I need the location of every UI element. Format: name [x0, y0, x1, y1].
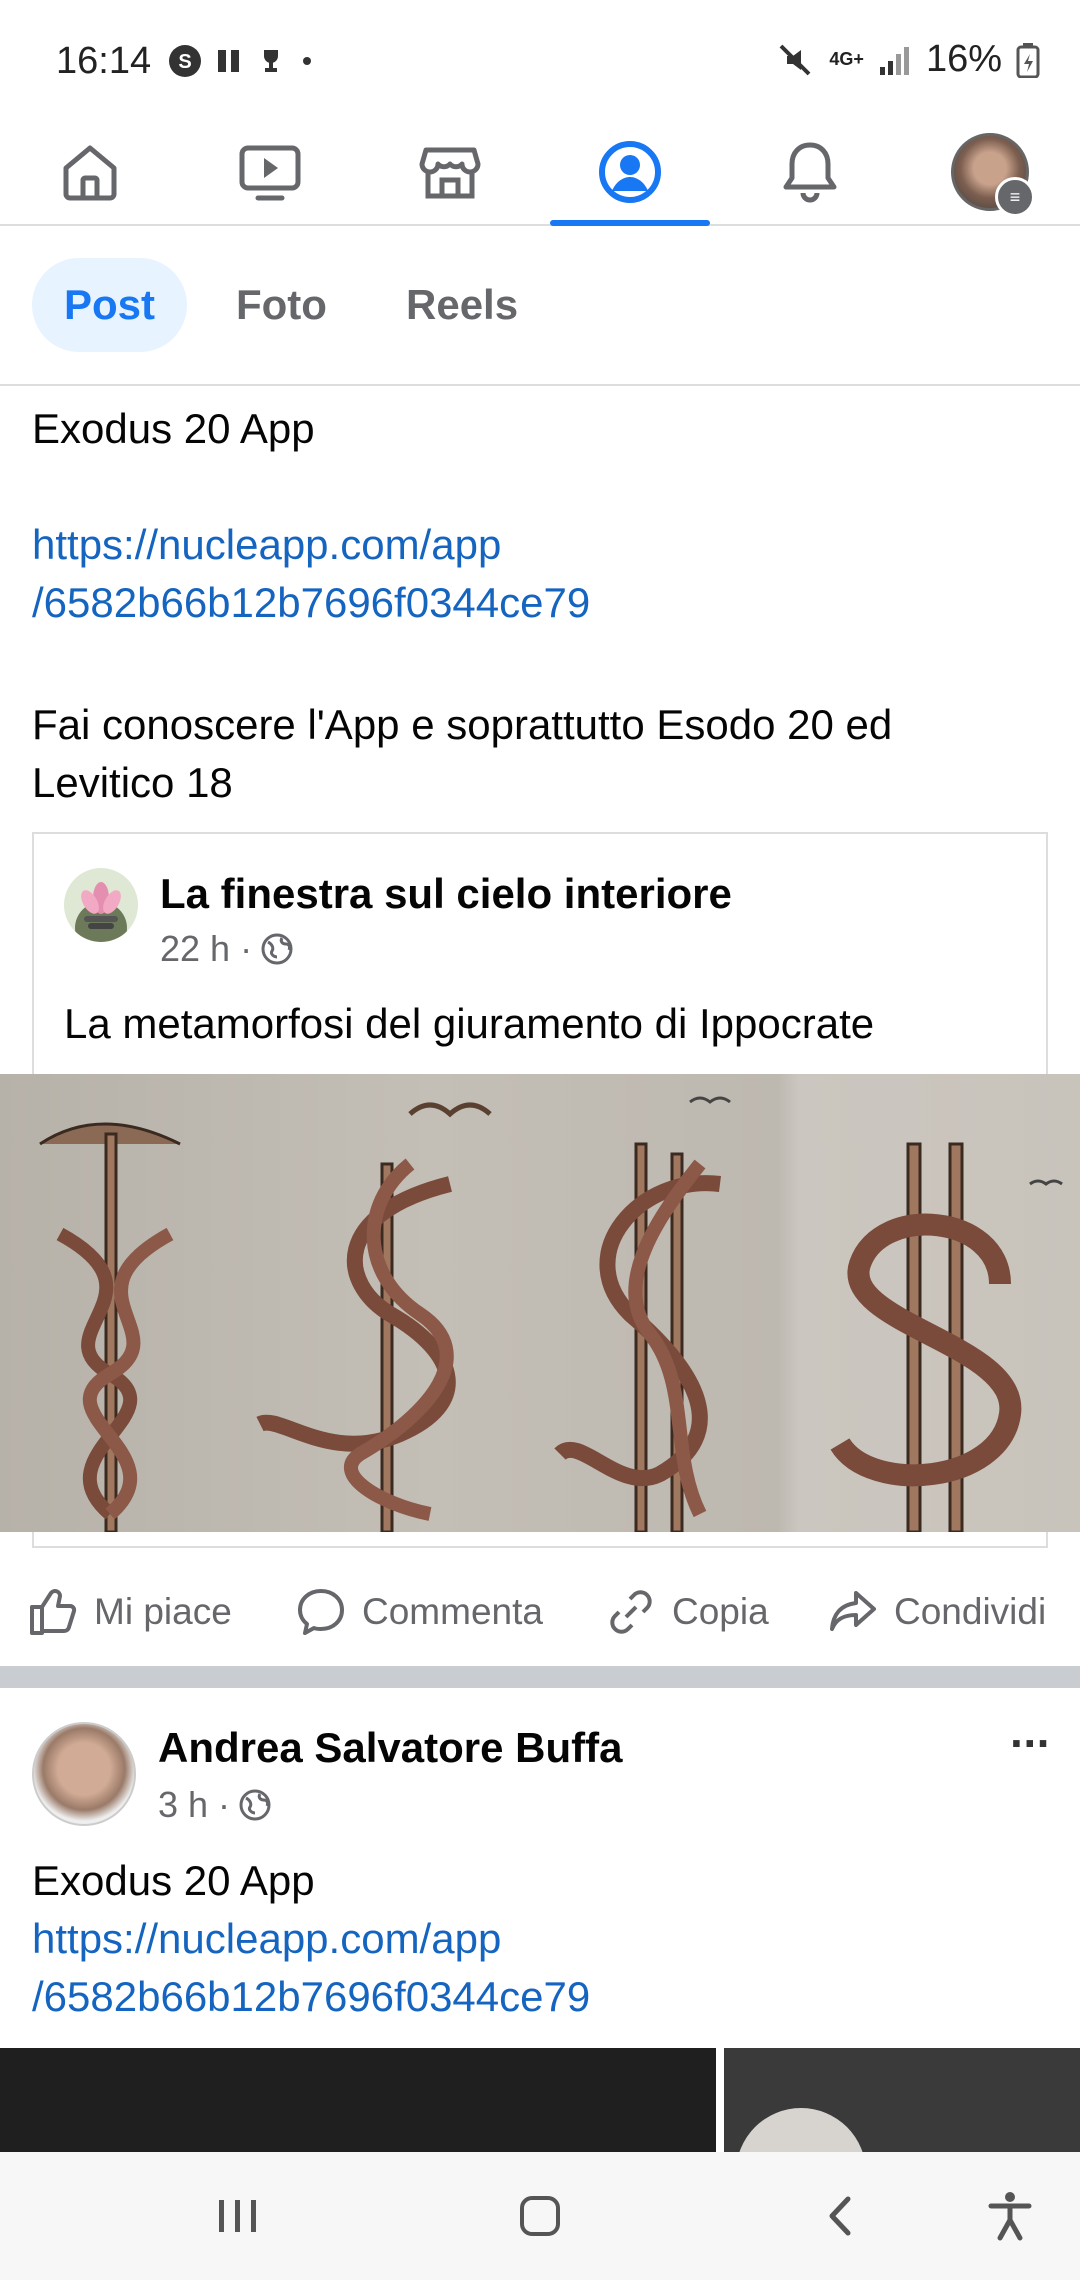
shared-post-image[interactable] [0, 1074, 1080, 1532]
post2-link-line2[interactable]: /6582b66b12b7696f0344ce79 [32, 1968, 590, 2026]
accessibility-icon [988, 2192, 1032, 2241]
globe-icon [261, 933, 293, 965]
home-circle-icon [520, 2196, 560, 2236]
menu-icon: ≡ [995, 177, 1035, 217]
author-avatar[interactable] [32, 1722, 136, 1826]
status-right: 4G+ 16% [775, 38, 1040, 81]
skype-icon: S [169, 45, 201, 77]
nav-video[interactable] [190, 120, 350, 224]
tab-foto[interactable]: Foto [204, 258, 359, 352]
profile-icon [599, 141, 661, 203]
thumbs-up-icon [30, 1589, 77, 1635]
recent-apps-button[interactable] [178, 2152, 298, 2280]
back-button[interactable] [780, 2152, 900, 2280]
trophy-icon [264, 50, 278, 72]
nav-marketplace[interactable] [370, 120, 530, 224]
comment-button[interactable]: Commenta [294, 1560, 543, 1664]
shared-post-body: La metamorfosi del giuramento di Ippocra… [64, 1000, 875, 1047]
back-chevron-icon [829, 2196, 851, 2236]
post2-meta: 3 h · [158, 1784, 272, 1826]
comment-label: Commenta [362, 1591, 543, 1632]
status-time: 16:14 [56, 40, 152, 82]
more-options-button[interactable]: ··· [1010, 1716, 1052, 1770]
nav-menu[interactable]: ≡ [910, 120, 1070, 224]
post-title-line: Exodus 20 App [32, 405, 315, 452]
tab-post[interactable]: Post [32, 258, 188, 352]
post2-link-line1[interactable]: https://nucleapp.com/app [32, 1910, 501, 1968]
recent-apps-icon [219, 2200, 256, 2232]
battery-icon [1016, 42, 1040, 78]
link-icon [610, 1590, 652, 1634]
nav-notifications[interactable] [730, 120, 890, 224]
top-navigation: ≡ [0, 120, 1080, 226]
post-actions-bar: Mi piace Commenta Copia Condividi [0, 1560, 1080, 1664]
svg-text:S: S [178, 51, 191, 73]
post2-media[interactable] [0, 2048, 1080, 2152]
media-thumb-avatar [736, 2108, 866, 2152]
profile-tabs: Post Foto Reels [0, 226, 1080, 386]
post2-time: 3 h · [158, 1784, 231, 1825]
share-icon [830, 1591, 876, 1631]
home-button[interactable] [480, 2152, 600, 2280]
notifications-icon [783, 142, 837, 203]
share-label: Condividi [894, 1591, 1047, 1632]
share-button[interactable]: Condividi [826, 1560, 1046, 1664]
nav-home[interactable] [10, 120, 170, 224]
media-thumb-dark[interactable] [0, 2048, 716, 2152]
network-type: 4G+ [829, 49, 864, 69]
system-navigation-bar [0, 2152, 1080, 2280]
shared-post-time: 22 h · [160, 928, 253, 969]
lotus-avatar-icon [64, 868, 138, 942]
battery-percent: 16% [925, 38, 1002, 80]
comment-icon [298, 1589, 344, 1635]
shared-post-meta: 22 h · [160, 928, 294, 970]
post-link-line2[interactable]: /6582b66b12b7696f0344ce79 [32, 574, 590, 632]
like-label: Mi piace [94, 1591, 232, 1632]
post-link-line1[interactable]: https://nucleapp.com/app [32, 516, 501, 574]
page-name[interactable]: La finestra sul cielo interiore [160, 870, 732, 918]
status-left-icons: S [168, 44, 314, 78]
signal-icon [879, 46, 909, 75]
page-avatar[interactable] [64, 868, 138, 942]
tab-reels[interactable]: Reels [374, 258, 550, 352]
home-icon [63, 145, 117, 201]
dot-icon [303, 57, 311, 65]
feed-separator [0, 1666, 1080, 1688]
post-text-line1: Fai conoscere l'App e soprattutto Esodo … [32, 701, 893, 748]
post2-title-line: Exodus 20 App [32, 1857, 315, 1904]
video-icon [239, 145, 301, 201]
post-text-line2: Levitico 18 [32, 759, 233, 806]
pause-notification-icon [218, 50, 239, 72]
copy-label: Copia [672, 1591, 769, 1632]
accessibility-button[interactable] [950, 2152, 1070, 2280]
like-button[interactable]: Mi piace [26, 1560, 232, 1664]
marketplace-icon [419, 147, 481, 199]
globe-icon [239, 1789, 271, 1821]
author-name[interactable]: Andrea Salvatore Buffa [158, 1724, 622, 1772]
menu-avatar-icon: ≡ [951, 133, 1035, 217]
nav-profile[interactable] [550, 120, 710, 226]
status-bar: 16:14 S 4G+ 16% [0, 0, 1080, 120]
copy-button[interactable]: Copia [604, 1560, 769, 1664]
media-thumb-photo[interactable] [724, 2048, 1080, 2152]
mute-icon [779, 44, 811, 75]
snake-caduceus-illustration [39, 1096, 1063, 1532]
